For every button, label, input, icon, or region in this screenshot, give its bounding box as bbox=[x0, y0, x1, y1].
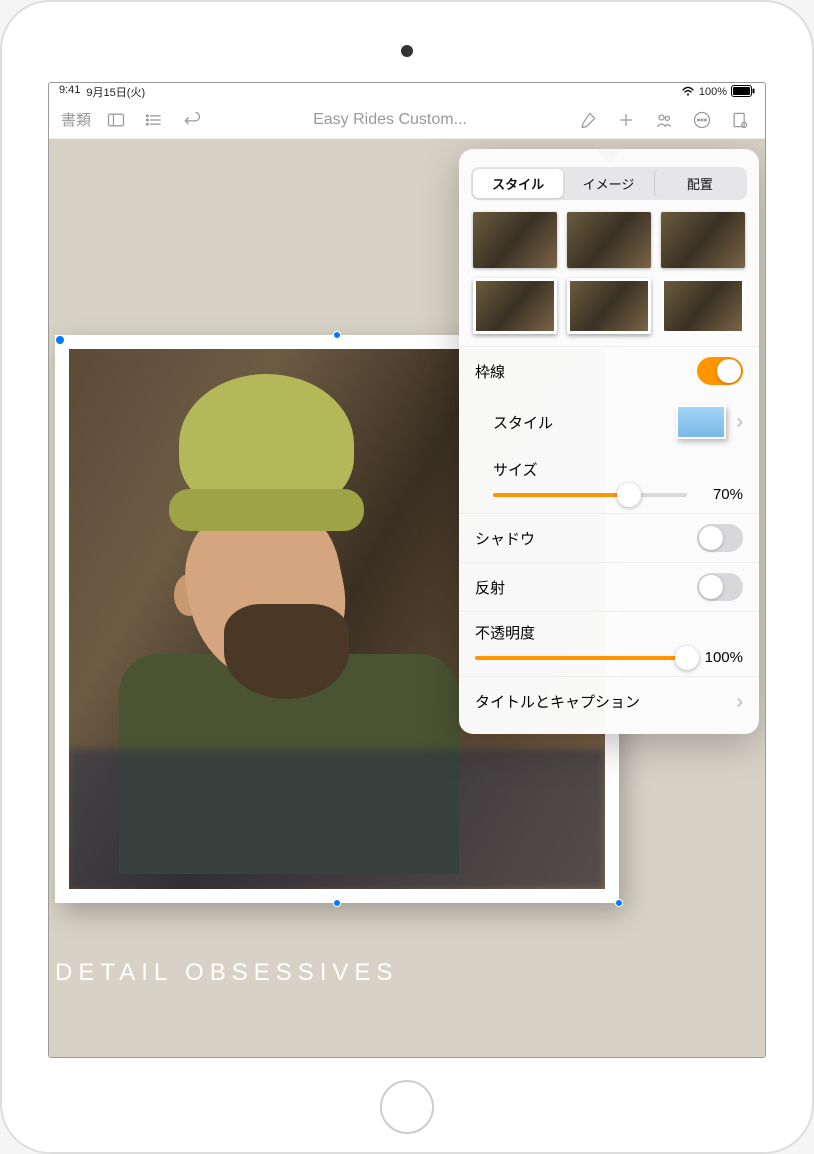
undo-button[interactable] bbox=[175, 103, 209, 137]
border-style-label: スタイル bbox=[493, 412, 553, 433]
tab-image[interactable]: イメージ bbox=[563, 169, 653, 198]
border-size-value: 70% bbox=[697, 486, 743, 503]
selection-handle-top[interactable] bbox=[333, 331, 341, 339]
selection-handle-bottom[interactable] bbox=[333, 899, 341, 907]
battery-icon bbox=[731, 85, 755, 100]
format-brush-button[interactable] bbox=[571, 103, 605, 137]
status-bar: 9:41 9月15日(火) 100% bbox=[49, 83, 765, 101]
chevron-right-icon: › bbox=[726, 691, 743, 714]
opacity-row: 不透明度 bbox=[459, 611, 759, 643]
opacity-slider-wrap: 100% bbox=[459, 643, 759, 676]
border-row: 枠線 bbox=[459, 346, 759, 395]
documents-back-button[interactable]: 書類 bbox=[57, 109, 95, 130]
title-caption-label: タイトルとキャプション bbox=[475, 691, 640, 714]
border-style-row[interactable]: スタイル › bbox=[459, 395, 759, 449]
home-button[interactable] bbox=[380, 1080, 434, 1134]
reflection-toggle[interactable] bbox=[697, 573, 743, 601]
more-button[interactable] bbox=[685, 103, 719, 137]
document-canvas[interactable]: DETAIL OBSESSIVES スタイル イメージ 配置 bbox=[49, 139, 765, 1057]
style-preset-6[interactable] bbox=[661, 278, 745, 334]
border-style-preview bbox=[676, 405, 726, 439]
chevron-right-icon: › bbox=[726, 411, 743, 434]
screen: 9:41 9月15日(火) 100% 書類 bbox=[48, 82, 766, 1058]
document-title[interactable]: Easy Rides Custom... bbox=[213, 111, 567, 129]
page-caption: DETAIL OBSESSIVES bbox=[55, 959, 398, 987]
selection-handle-br[interactable] bbox=[615, 899, 623, 907]
style-preset-4[interactable] bbox=[473, 278, 557, 334]
insert-button[interactable] bbox=[609, 103, 643, 137]
sidebar-toggle-button[interactable] bbox=[99, 103, 133, 137]
style-preset-1[interactable] bbox=[473, 212, 557, 268]
shadow-toggle[interactable] bbox=[697, 524, 743, 552]
status-time: 9:41 bbox=[59, 84, 80, 100]
app-toolbar: 書類 Easy Rides Custom... bbox=[49, 101, 765, 139]
tab-style[interactable]: スタイル bbox=[473, 169, 563, 198]
popover-tabs: スタイル イメージ 配置 bbox=[471, 167, 747, 200]
outline-button[interactable] bbox=[137, 103, 171, 137]
border-label: 枠線 bbox=[475, 361, 505, 382]
status-date: 9月15日(火) bbox=[86, 84, 145, 100]
ipad-frame: 9:41 9月15日(火) 100% 書類 bbox=[0, 0, 814, 1154]
style-preset-3[interactable] bbox=[661, 212, 745, 268]
format-popover: スタイル イメージ 配置 枠線 スタイル bbox=[459, 149, 759, 734]
style-preset-2[interactable] bbox=[567, 212, 651, 268]
tab-arrange[interactable]: 配置 bbox=[654, 169, 745, 198]
style-preset-5[interactable] bbox=[567, 278, 651, 334]
wifi-icon bbox=[681, 85, 695, 99]
opacity-value: 100% bbox=[697, 649, 743, 666]
front-camera bbox=[401, 45, 413, 57]
border-size-label: サイズ bbox=[493, 459, 538, 480]
popover-arrow bbox=[597, 149, 622, 163]
border-size-slider[interactable] bbox=[493, 493, 687, 497]
shadow-label: シャドウ bbox=[475, 528, 535, 549]
opacity-slider[interactable] bbox=[475, 656, 687, 660]
reflection-label: 反射 bbox=[475, 577, 505, 598]
reflection-row: 反射 bbox=[459, 562, 759, 611]
view-mode-button[interactable] bbox=[723, 103, 757, 137]
border-size-row: サイズ bbox=[459, 449, 759, 480]
title-caption-row[interactable]: タイトルとキャプション › bbox=[459, 676, 759, 728]
battery-percent: 100% bbox=[699, 86, 727, 98]
style-presets-grid bbox=[459, 212, 759, 346]
border-size-slider-wrap: 70% bbox=[459, 480, 759, 513]
border-toggle[interactable] bbox=[697, 357, 743, 385]
collaborate-button[interactable] bbox=[647, 103, 681, 137]
shadow-row: シャドウ bbox=[459, 513, 759, 562]
opacity-label: 不透明度 bbox=[475, 625, 535, 642]
